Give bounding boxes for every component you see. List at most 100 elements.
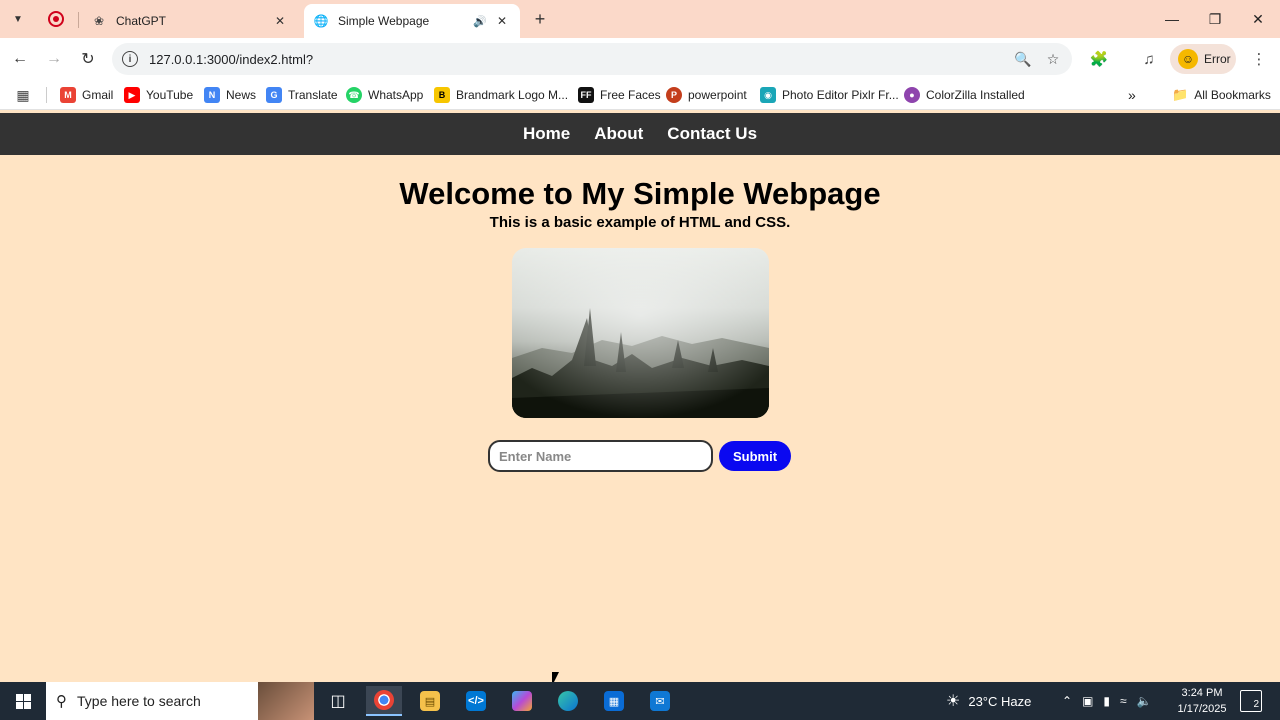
bookmark-label: News [226, 88, 257, 102]
all-bookmarks-label: All Bookmarks [1194, 88, 1271, 102]
reload-button[interactable]: ↻ [77, 48, 99, 70]
address-bar[interactable]: i 127.0.0.1:3000/index2.html? 🔍 ☆ [112, 43, 1072, 75]
submit-button[interactable]: Submit [719, 441, 791, 471]
vscode-app-icon[interactable]: </> [458, 686, 494, 716]
name-input[interactable] [488, 440, 713, 472]
close-window-button[interactable]: ✕ [1243, 8, 1273, 30]
taskbar-search[interactable]: ⚲ Type here to search [46, 682, 314, 720]
brandmark-icon: B [434, 87, 450, 103]
all-bookmarks-button[interactable]: 📁 All Bookmarks [1172, 85, 1271, 105]
notification-center-icon[interactable]: 2 [1240, 690, 1262, 712]
bookmark-label: ColorZilla Installed [926, 88, 1025, 102]
file-explorer-icon[interactable]: ▤ [412, 686, 448, 716]
speaker-icon[interactable]: 🔊 [472, 13, 488, 29]
search-highlight-art [258, 682, 314, 720]
restore-button[interactable]: ❐ [1200, 8, 1230, 30]
bookmark-whatsapp[interactable]: ☎ WhatsApp [346, 85, 423, 105]
meet-now-icon[interactable]: ▣ [1082, 694, 1093, 708]
weather-widget[interactable]: ☀ 23°C Haze [946, 682, 1031, 720]
bookmark-brandmark[interactable]: B Brandmark Logo M... [434, 85, 568, 105]
volume-icon[interactable]: 🔈 [1137, 694, 1152, 708]
task-view-icon[interactable]: ◫ [320, 686, 356, 716]
browser-toolbar: ← → ↻ i 127.0.0.1:3000/index2.html? 🔍 ☆ … [0, 38, 1280, 80]
more-menu-icon[interactable]: ⋮ [1248, 48, 1270, 70]
colorzilla-icon: ● [904, 87, 920, 103]
browser-tab-bar: ▼ ❀ ChatGPT ✕ 🌐 Simple Webpage 🔊 ✕ + — ❐… [0, 0, 1280, 38]
notification-count: 2 [1253, 699, 1259, 710]
bookmark-news[interactable]: N News [204, 85, 256, 105]
nav-home-link[interactable]: Home [523, 124, 570, 144]
avatar-icon: ☺ [1178, 49, 1198, 69]
bookmark-powerpoint[interactable]: P powerpoint [666, 85, 747, 105]
bookmark-free-faces[interactable]: FF Free Faces [578, 85, 661, 105]
tray-chevron-up-icon[interactable]: ⌃ [1062, 694, 1072, 708]
taskbar-clock[interactable]: 3:24 PM 1/17/2025 [1166, 685, 1238, 717]
tab-simple-webpage[interactable]: 🌐 Simple Webpage 🔊 ✕ [304, 4, 520, 38]
pixlr-icon: ◉ [760, 87, 776, 103]
forest-silhouette [512, 248, 769, 418]
apps-grid-icon[interactable]: ▦ [14, 86, 32, 104]
powerpoint-icon: P [666, 87, 682, 103]
wifi-icon[interactable]: ≈ [1120, 694, 1127, 708]
misty-forest-image [512, 248, 769, 418]
bookmark-label: Photo Editor Pixlr Fr... [782, 88, 899, 102]
clock-date: 1/17/2025 [1177, 703, 1227, 715]
bookmark-gmail[interactable]: M Gmail [60, 85, 113, 105]
youtube-icon: ▶ [124, 87, 140, 103]
page-subtitle: This is a basic example of HTML and CSS. [489, 214, 791, 231]
store-bag-icon: ▦ [604, 691, 624, 711]
extensions-icon[interactable]: 🧩 [1088, 48, 1110, 70]
bookmark-label: WhatsApp [368, 88, 424, 102]
translate-icon: G [266, 87, 282, 103]
site-info-icon[interactable]: i [122, 51, 138, 67]
windows-logo-icon [15, 693, 31, 709]
search-icon: ⚲ [56, 693, 67, 710]
bookmark-separator [46, 87, 47, 103]
bookmark-youtube[interactable]: ▶ YouTube [124, 85, 193, 105]
nav-contact-link[interactable]: Contact Us [667, 124, 757, 144]
profile-button[interactable]: ☺ Error [1170, 44, 1236, 74]
page-title: Welcome to My Simple Webpage [399, 176, 881, 211]
gmail-icon: M [60, 87, 76, 103]
start-button[interactable] [0, 682, 46, 720]
media-controls-icon[interactable]: ♫ [1138, 48, 1160, 70]
folder-icon: 📁 [1172, 87, 1189, 102]
tab-chatgpt[interactable]: ❀ ChatGPT ✕ [82, 4, 298, 38]
chatgpt-icon: ❀ [93, 14, 105, 28]
url-text[interactable]: 127.0.0.1:3000/index2.html? [149, 52, 1012, 67]
bookmark-label: Free Faces [600, 88, 661, 102]
battery-icon[interactable]: ▮ [1103, 694, 1110, 708]
store-app-icon[interactable]: ▦ [596, 686, 632, 716]
close-icon[interactable]: ✕ [272, 13, 288, 29]
windows-taskbar: ⚲ Type here to search ◫ ▤ </> ▦ ✉ ☀ 23°C… [0, 682, 1280, 720]
nav-about-link[interactable]: About [594, 124, 643, 144]
weather-haze-icon: ☀ [946, 693, 961, 710]
vscode-logo-icon: </> [466, 691, 486, 711]
mail-app-icon[interactable]: ✉ [642, 686, 678, 716]
news-icon: N [204, 87, 220, 103]
recording-icon[interactable] [48, 11, 64, 27]
weather-text: 23°C Haze [968, 693, 1032, 709]
mail-envelope-icon: ✉ [650, 691, 670, 711]
back-button[interactable]: ← [9, 48, 31, 70]
more-bookmarks-chevron-icon[interactable]: » [1128, 85, 1136, 105]
bookmark-label: powerpoint [688, 88, 747, 102]
copilot-app-icon[interactable] [504, 686, 540, 716]
search-placeholder: Type here to search [77, 693, 201, 709]
bookmark-colorzilla[interactable]: ● ColorZilla Installed [904, 85, 1025, 105]
bookmark-pixlr[interactable]: ◉ Photo Editor Pixlr Fr... [760, 85, 899, 105]
bookmarks-bar: ▦ M Gmail ▶ YouTube N News G Translate ☎… [0, 80, 1280, 110]
close-icon[interactable]: ✕ [494, 13, 510, 29]
bookmark-label: Translate [288, 88, 338, 102]
tab-search-chevron-icon[interactable]: ▼ [8, 9, 28, 29]
bookmark-translate[interactable]: G Translate [266, 85, 338, 105]
chrome-app-icon[interactable] [366, 686, 402, 716]
bookmark-star-icon[interactable]: ☆ [1042, 48, 1064, 70]
forward-button[interactable]: → [43, 48, 65, 70]
zoom-icon[interactable]: 🔍 [1012, 48, 1034, 70]
edge-app-icon[interactable] [550, 686, 586, 716]
minimize-button[interactable]: — [1157, 8, 1187, 30]
bookmark-label: YouTube [146, 88, 194, 102]
new-tab-button[interactable]: + [530, 9, 550, 29]
copilot-logo-icon [512, 691, 532, 711]
